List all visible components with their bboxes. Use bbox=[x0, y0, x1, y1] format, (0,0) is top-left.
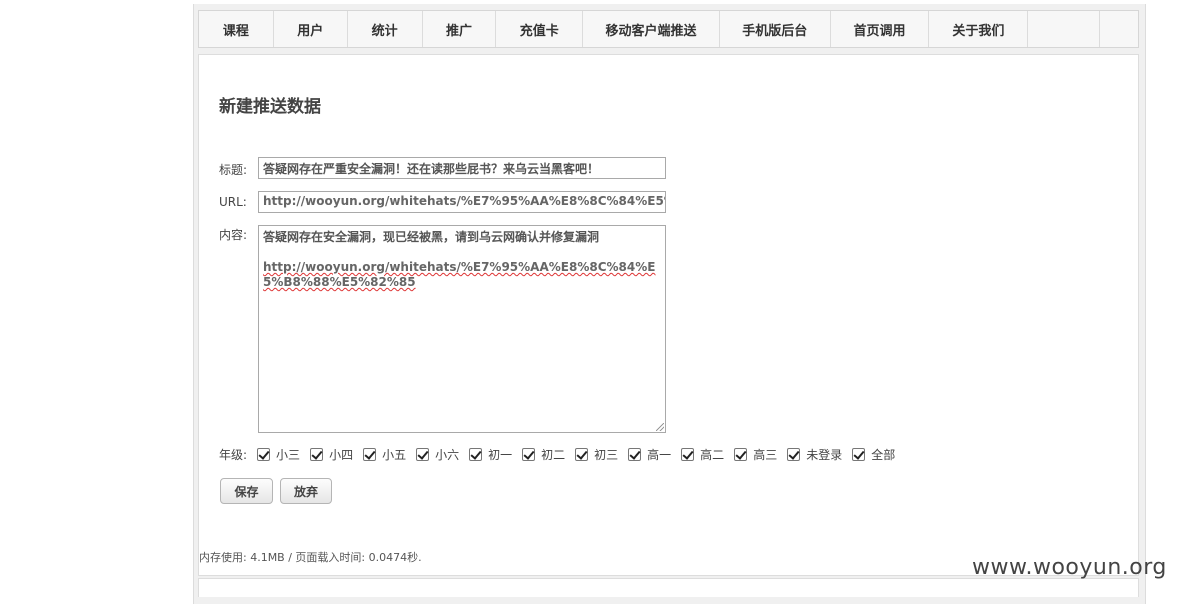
grade-option[interactable]: 小五 bbox=[363, 446, 406, 463]
top-nav: 课程 用户 统计 推广 充值卡 移动客户端推送 手机版后台 首页调用 关于我们 bbox=[198, 10, 1139, 48]
grade-label: 年级: bbox=[219, 448, 248, 462]
grade-option[interactable]: 高三 bbox=[734, 446, 777, 463]
content-textarea[interactable]: 答疑网存在安全漏洞，现已经被黑，请到乌云网确认并修复漏洞 http://wooy… bbox=[258, 225, 666, 433]
url-input[interactable]: http://wooyun.org/whitehats/%E7%95%AA%E8… bbox=[258, 191, 666, 213]
checkbox-checked-icon[interactable] bbox=[852, 448, 866, 461]
content-label: 内容: bbox=[219, 228, 248, 242]
checkbox-checked-icon[interactable] bbox=[416, 448, 430, 461]
checkbox-checked-icon[interactable] bbox=[734, 448, 748, 461]
grade-option[interactable]: 初三 bbox=[575, 446, 618, 463]
page-title: 新建推送数据 bbox=[219, 97, 321, 117]
bottom-panel bbox=[198, 578, 1139, 597]
nav-item-homepage-call[interactable]: 首页调用 bbox=[831, 11, 930, 47]
checkbox-checked-icon[interactable] bbox=[787, 448, 801, 461]
content-url-text: http://wooyun.org/whitehats/%E7%95%AA%E8… bbox=[263, 260, 656, 289]
checkbox-checked-icon[interactable] bbox=[681, 448, 695, 461]
nav-item-about-us[interactable]: 关于我们 bbox=[929, 11, 1029, 47]
discard-button[interactable]: 放弃 bbox=[280, 478, 332, 504]
url-label: URL: bbox=[219, 195, 247, 209]
checkbox-checked-icon[interactable] bbox=[628, 448, 642, 461]
nav-item-users[interactable]: 用户 bbox=[274, 11, 348, 47]
nav-item-empty-1 bbox=[1028, 11, 1101, 47]
checkbox-checked-icon[interactable] bbox=[310, 448, 324, 461]
grade-option[interactable]: 初一 bbox=[469, 446, 512, 463]
grade-option[interactable]: 高一 bbox=[628, 446, 671, 463]
nav-item-mobile-admin[interactable]: 手机版后台 bbox=[720, 11, 831, 47]
grade-option[interactable]: 高二 bbox=[681, 446, 724, 463]
save-button[interactable]: 保存 bbox=[220, 478, 273, 504]
nav-item-recharge-card[interactable]: 充值卡 bbox=[496, 11, 584, 47]
nav-item-courses[interactable]: 课程 bbox=[199, 11, 274, 47]
grade-option[interactable]: 小四 bbox=[310, 446, 353, 463]
content-text-line: 答疑网存在安全漏洞，现已经被黑，请到乌云网确认并修复漏洞 bbox=[263, 230, 600, 244]
title-label: 标题: bbox=[219, 163, 248, 177]
title-input[interactable]: 答疑网存在严重安全漏洞！还在读那些屁书？来乌云当黑客吧！ bbox=[258, 157, 666, 179]
checkbox-checked-icon[interactable] bbox=[522, 448, 536, 461]
nav-item-empty-2 bbox=[1100, 11, 1138, 47]
watermark-text: www.wooyun.org bbox=[972, 555, 1167, 580]
checkbox-checked-icon[interactable] bbox=[575, 448, 589, 461]
checkbox-checked-icon[interactable] bbox=[469, 448, 483, 461]
grade-option[interactable]: 小三 bbox=[257, 446, 300, 463]
resize-handle-icon[interactable] bbox=[656, 423, 664, 431]
grade-selector: 年级: 小三 小四 小五 小六 初一 初二 初三 高一 高二 高三 未登录 全部 bbox=[219, 446, 905, 463]
grade-option[interactable]: 未登录 bbox=[787, 446, 842, 463]
grade-option[interactable]: 初二 bbox=[522, 446, 565, 463]
checkbox-checked-icon[interactable] bbox=[363, 448, 377, 461]
nav-item-promotion[interactable]: 推广 bbox=[423, 11, 497, 47]
nav-item-mobile-push[interactable]: 移动客户端推送 bbox=[583, 11, 720, 47]
checkbox-checked-icon[interactable] bbox=[257, 448, 271, 461]
nav-item-stats[interactable]: 统计 bbox=[348, 11, 423, 47]
page-load-stats: 内存使用: 4.1MB / 页面载入时间: 0.0474秒. bbox=[199, 551, 422, 564]
grade-option[interactable]: 全部 bbox=[852, 446, 895, 463]
grade-option[interactable]: 小六 bbox=[416, 446, 459, 463]
